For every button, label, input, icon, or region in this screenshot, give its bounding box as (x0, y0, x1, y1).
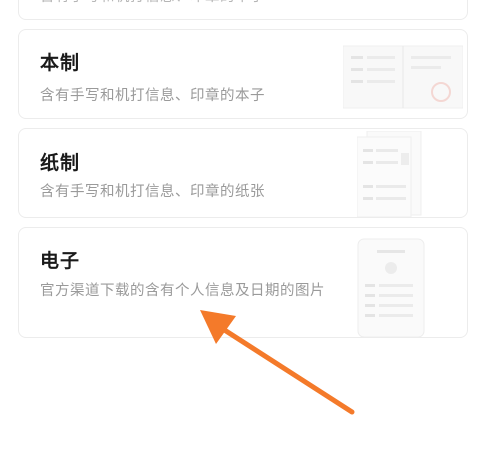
option-card-partial[interactable]: 含有手写和机打信息、印章的本子 (18, 0, 468, 20)
card-description: 含有手写和机打信息、印章的纸张 (40, 184, 265, 200)
card-description: 含有手写和机打信息、印章的本子 (40, 88, 265, 104)
card-title: 纸制 (40, 152, 81, 174)
card-title: 本制 (40, 52, 81, 74)
phone-screen-thumbnail-icon (357, 238, 425, 337)
card-title: 电子 (40, 250, 81, 272)
booklet-thumbnail-icon (343, 45, 463, 109)
option-card-booklet[interactable]: 本制 含有手写和机打信息、印章的本子 (18, 29, 468, 119)
option-card-paper[interactable]: 纸制 含有手写和机打信息、印章的纸张 (18, 128, 468, 218)
page: 含有手写和机打信息、印章的本子 本制 含有手写和机打信息、印章的本子 纸制 含有… (0, 0, 479, 476)
pointer-arrow-icon (200, 310, 355, 415)
card-description: 含有手写和机打信息、印章的本子 (40, 0, 340, 9)
paper-form-thumbnail-icon (357, 131, 422, 217)
